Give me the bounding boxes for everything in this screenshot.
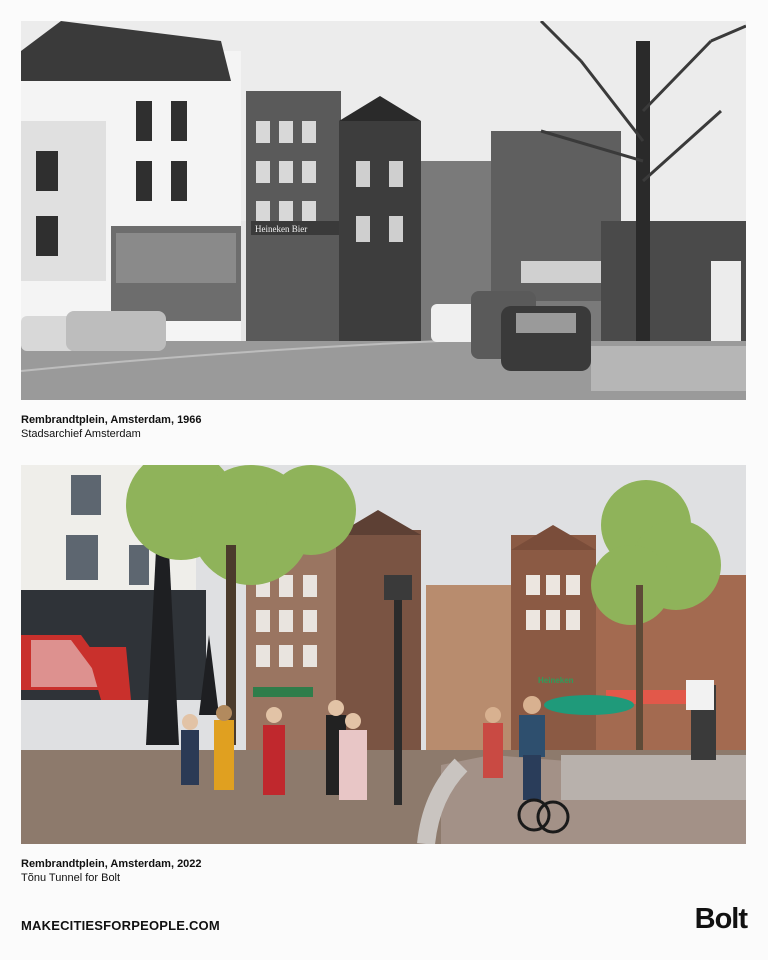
photo-1966-illustration: Heineken Bier (21, 21, 746, 400)
heineken-bier-sign: Heineken Bier (255, 224, 307, 234)
caption-credit: Stadsarchief Amsterdam (21, 428, 141, 440)
caption-title: Rembrandtplein, Amsterdam, 1966 (21, 414, 202, 426)
photo-2022-illustration: Heineken (21, 465, 746, 844)
photo-1966: Heineken Bier (21, 21, 746, 400)
heineken-sign: Heineken (538, 676, 574, 685)
website-link[interactable]: MAKECITIESFORPEOPLE.COM (21, 918, 220, 933)
caption-1966: Rembrandtplein, Amsterdam, 1966 Stadsarc… (21, 413, 202, 441)
caption-title: Rembrandtplein, Amsterdam, 2022 (21, 858, 202, 870)
caption-2022: Rembrandtplein, Amsterdam, 2022 Tõnu Tun… (21, 857, 202, 885)
caption-credit: Tõnu Tunnel for Bolt (21, 872, 121, 884)
bolt-logo: Bolt (694, 903, 748, 935)
photo-2022: Heineken (21, 465, 746, 844)
